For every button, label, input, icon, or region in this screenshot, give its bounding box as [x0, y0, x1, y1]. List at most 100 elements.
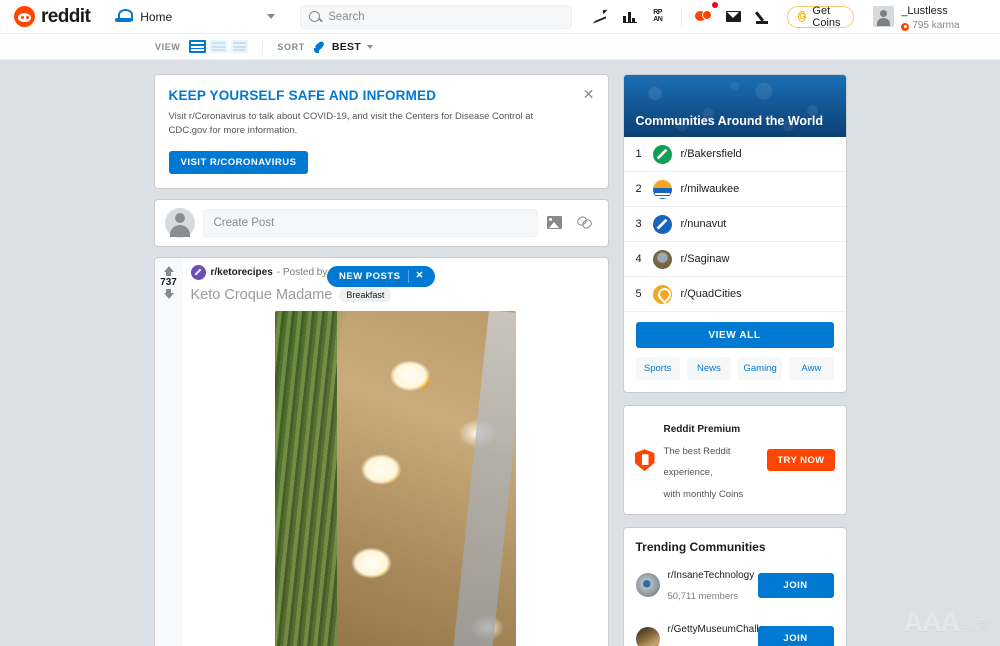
view-mode-compact[interactable]: [231, 40, 249, 53]
pill-divider: [407, 269, 409, 283]
trending-row[interactable]: r/InsaneTechnology 50,711 members JOIN: [624, 558, 846, 612]
try-now-button[interactable]: TRY NOW: [767, 449, 835, 472]
join-button[interactable]: JOIN: [757, 626, 834, 646]
create-post-button[interactable]: [749, 3, 777, 31]
add-link-button[interactable]: [572, 210, 598, 236]
post-title[interactable]: Keto Croque Madame: [191, 287, 333, 303]
covid-banner-body: Visit r/Coronavirus to talk about COVID-…: [168, 111, 534, 137]
tag-aww[interactable]: Aww: [789, 357, 834, 380]
community-name: r/Saginaw: [680, 253, 730, 265]
reddit-premium-icon: [635, 449, 655, 471]
add-image-button[interactable]: [542, 210, 568, 236]
chat-button[interactable]: [689, 1, 719, 31]
popular-button[interactable]: [616, 3, 644, 31]
search-icon: [309, 11, 321, 22]
reddit-logo-home-link[interactable]: reddit: [0, 6, 96, 28]
community-avatar: [652, 214, 672, 234]
community-row[interactable]: 2 r/milwaukee: [623, 172, 846, 207]
tag-gaming[interactable]: Gaming: [738, 357, 783, 380]
search-bar[interactable]: [300, 4, 573, 29]
premium-title: Reddit Premium: [663, 424, 741, 435]
link-icon: [577, 216, 592, 229]
trending-communities-card: Trending Communities r/InsaneTechnology …: [622, 527, 847, 646]
community-rank: 3: [635, 218, 642, 230]
upvote-button[interactable]: [163, 265, 174, 276]
communities-card-title: Communities Around the World: [635, 114, 824, 128]
user-account-menu[interactable]: _Lustless 795 karma: [866, 2, 1000, 32]
create-post-input[interactable]: [202, 208, 538, 237]
page-content: KEEP YOURSELF SAFE AND INFORMED Visit r/…: [0, 60, 1000, 646]
post-title-row: Keto Croque Madame Breakfast: [191, 287, 600, 303]
sort-dropdown[interactable]: BEST: [305, 41, 374, 53]
search-input[interactable]: [328, 10, 564, 23]
community-name: r/QuadCities: [680, 288, 742, 300]
community-rank: 1: [635, 148, 642, 160]
vote-column: 737: [154, 257, 183, 646]
community-avatar: [652, 179, 672, 199]
community-row[interactable]: 3 r/nunavut: [623, 207, 846, 242]
bar-divider: [262, 38, 264, 55]
sort-label: SORT: [277, 41, 305, 52]
tag-sports[interactable]: Sports: [635, 357, 680, 380]
view-all-wrapper: VIEW ALL: [624, 312, 846, 357]
premium-line-2: with monthly Coins: [663, 488, 744, 500]
new-posts-pill[interactable]: NEW POSTS ✕: [327, 265, 435, 287]
community-row[interactable]: 1 r/Bakersfield: [623, 137, 846, 172]
karma-row: 795 karma: [901, 20, 1000, 33]
get-coins-button[interactable]: G Get Coins: [787, 5, 855, 29]
community-name: r/InsaneTechnology: [667, 570, 755, 582]
new-posts-label: NEW POSTS: [339, 270, 401, 282]
top-navigation-bar: reddit Home RPAN G Get Coin: [0, 0, 1000, 34]
view-sort-bar: VIEW SORT BEST: [0, 34, 1000, 60]
bar-chart-icon: [623, 10, 638, 23]
visit-coronavirus-button[interactable]: VISIT R/CORONAVIRUS: [168, 150, 309, 174]
view-mode-card[interactable]: [189, 40, 207, 53]
community-name: r/milwaukee: [680, 183, 740, 195]
post-image[interactable]: [274, 310, 516, 646]
username-label: _Lustless: [901, 5, 948, 18]
community-rank: 5: [635, 288, 642, 300]
post-score: 737: [160, 276, 177, 288]
community-avatar: [635, 573, 660, 598]
close-icon[interactable]: ✕: [582, 87, 596, 102]
sidebar-column: Communities Around the World 1 r/Bakersf…: [622, 74, 847, 646]
view-mode-group: [189, 40, 249, 53]
image-icon: [547, 216, 562, 229]
messages-button[interactable]: [719, 3, 747, 31]
community-rank: 4: [635, 253, 642, 265]
view-mode-classic[interactable]: [210, 40, 228, 53]
view-all-button[interactable]: VIEW ALL: [635, 322, 834, 348]
avatar: [164, 207, 195, 238]
post-body: r/ketorecipes - Posted by u/bonappetit K…: [183, 258, 608, 646]
karma-label: 795 karma: [912, 20, 960, 32]
join-button[interactable]: JOIN: [757, 572, 834, 598]
covid-banner: KEEP YOURSELF SAFE AND INFORMED Visit r/…: [153, 74, 609, 189]
downvote-button[interactable]: [163, 288, 174, 299]
close-icon[interactable]: ✕: [416, 271, 428, 281]
post-card[interactable]: 737 r/ketorecipes - Posted by u/bonappet…: [153, 256, 609, 646]
post-flair[interactable]: Breakfast: [339, 287, 392, 302]
user-info: _Lustless 795 karma: [901, 0, 1000, 33]
community-row[interactable]: 5 r/QuadCities: [623, 277, 846, 312]
nav-divider: [681, 6, 683, 27]
trending-row[interactable]: r/GettyMuseumChallenge 13,747 members JO…: [624, 612, 846, 646]
community-avatar: [652, 284, 672, 304]
subreddit-link[interactable]: r/ketorecipes: [211, 267, 273, 278]
trending-info: r/InsaneTechnology 50,711 members: [667, 564, 755, 606]
tag-news[interactable]: News: [686, 357, 731, 380]
karma-icon: [901, 22, 910, 31]
community-row[interactable]: 4 r/Saginaw: [623, 242, 846, 277]
all-communities-button[interactable]: RP AN: [646, 3, 674, 31]
reddit-snoo-icon: [14, 6, 35, 27]
home-dropdown[interactable]: Home: [106, 2, 284, 32]
home-dropdown-label: Home: [140, 9, 173, 24]
create-post-pencil-icon: [756, 10, 770, 24]
community-avatar: [652, 144, 672, 164]
reddit-premium-card: Reddit Premium The best Reddit experienc…: [622, 405, 847, 516]
notification-badge: [712, 1, 719, 8]
view-label: VIEW: [155, 41, 181, 52]
trending-button[interactable]: [586, 3, 614, 31]
community-avatar: [652, 249, 672, 269]
communities-card-header: Communities Around the World: [623, 75, 846, 137]
member-count: 50,711 members: [667, 591, 739, 603]
